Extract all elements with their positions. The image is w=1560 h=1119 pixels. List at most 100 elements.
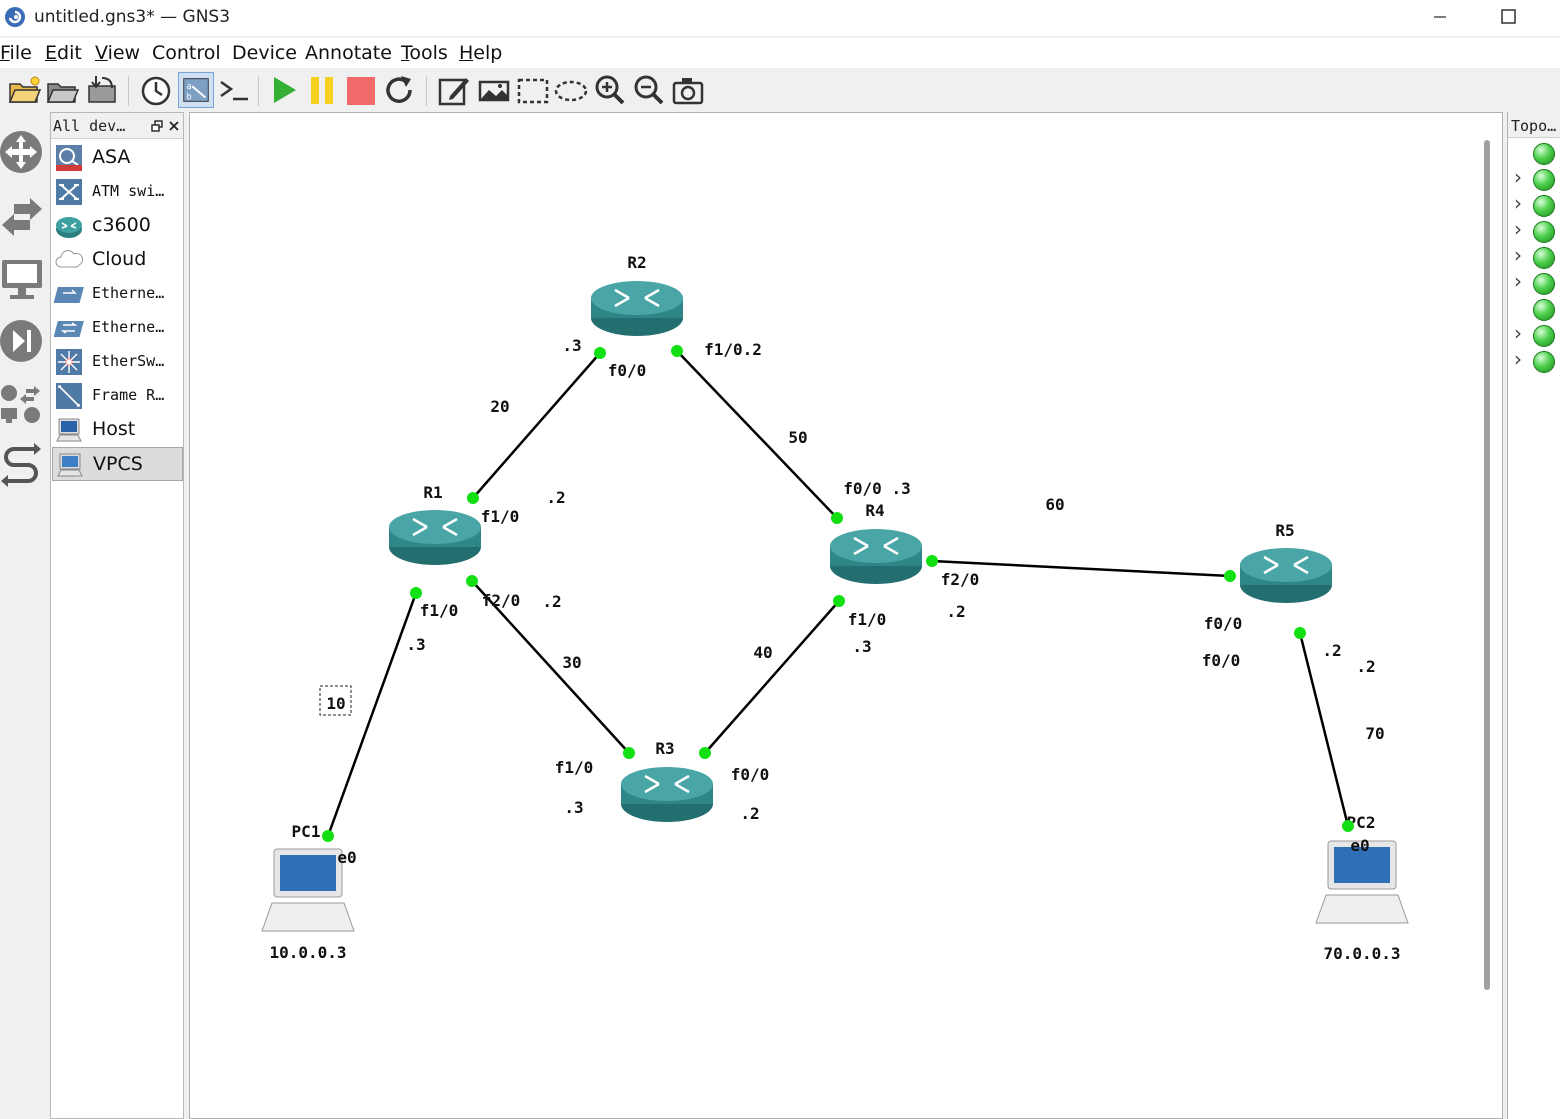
maximize-button[interactable] [1478,0,1538,36]
undock-icon[interactable] [151,120,163,132]
link-annotation[interactable]: f1/0.2 [704,340,762,359]
console-all-button[interactable] [216,72,252,108]
menu-view[interactable]: View [95,42,140,64]
link-annotation[interactable]: 50 [788,428,807,447]
link-annotation[interactable]: f1/0 [481,507,520,526]
device-item[interactable]: Etherne… [52,277,183,311]
router-icon[interactable] [1240,548,1332,582]
link-annotation[interactable]: .3 [852,637,871,656]
link-annotation[interactable]: .2 [946,602,965,621]
menu-tools[interactable]: Tools [401,42,448,64]
device-item[interactable]: ATM swi… [52,175,183,209]
link-annotation[interactable]: 10 [326,694,345,713]
link-annotation[interactable]: 60 [1045,495,1064,514]
zoom-out-button[interactable] [631,72,667,108]
chevron-right-icon[interactable]: › [1514,243,1522,267]
router-icon[interactable] [621,767,713,801]
device-item[interactable]: Frame R… [52,379,183,413]
minimize-button[interactable] [1410,0,1470,36]
draw-ellipse-button[interactable] [553,72,589,108]
chevron-right-icon[interactable]: › [1514,269,1522,293]
topology-canvas[interactable]: R1 R2 R3 R4 R5 10.0.0.3 PC1 70.0.0.3 PC2.3 f0/0 f1… [189,112,1503,1119]
link-r1-pc1[interactable] [326,592,418,837]
topology-summary-row[interactable]: › [1508,191,1560,219]
save-project-button[interactable] [84,72,120,108]
show-interface-labels-button[interactable]: ab [178,72,214,108]
chevron-right-icon[interactable]: › [1514,321,1522,345]
link-annotation[interactable]: 40 [753,643,772,662]
chevron-right-icon[interactable]: › [1514,217,1522,241]
new-project-button[interactable] [6,72,42,108]
link-annotation[interactable]: .2 [542,592,561,611]
menu-annotate[interactable]: Annotate [305,42,392,64]
stop-all-button[interactable] [343,72,379,108]
router-icon[interactable] [591,281,683,315]
link-annotation[interactable]: f2/0 [941,570,980,589]
pc-keyboard-icon[interactable] [1315,894,1409,924]
link-r1-r2[interactable] [472,352,601,499]
add-link-button[interactable] [0,437,46,497]
topology-summary-row[interactable]: › [1508,243,1560,271]
snapshot-button[interactable] [138,72,174,108]
link-annotation[interactable]: f0/0 [1204,614,1243,633]
link-annotation[interactable]: f2/0 [482,591,521,610]
chevron-right-icon[interactable]: › [1514,347,1522,371]
link-r2-r4[interactable] [676,350,838,519]
menu-device[interactable]: Device [232,42,297,64]
link-annotation[interactable]: e0 [337,848,356,867]
menu-help[interactable]: Help [459,42,502,64]
add-note-button[interactable] [436,72,472,108]
device-item[interactable]: c3600 [52,209,183,243]
insert-image-button[interactable] [476,72,512,108]
chevron-right-icon[interactable]: › [1514,165,1522,189]
link-annotation[interactable]: f0/0 .3 [843,479,910,498]
device-item[interactable]: EtherSw… [52,345,183,379]
topology-summary-row[interactable] [1508,141,1560,167]
topology-summary-row[interactable]: › [1508,347,1560,375]
browse-all-devices-button[interactable] [0,377,46,437]
topology-summary-row[interactable]: › [1508,269,1560,297]
router-icon[interactable] [389,510,481,544]
link-r5-pc2[interactable] [1298,632,1350,827]
topology-drawing[interactable]: R1R2R3R4R510.0.0.3PC170.0.0.3PC2.3f0/0f1… [190,113,1502,1118]
menu-control[interactable]: Control [152,42,221,64]
draw-rectangle-button[interactable] [515,72,551,108]
link-annotation[interactable]: f1/0 [555,758,594,777]
device-item[interactable]: Host [52,413,183,447]
menu-file[interactable]: File [0,42,32,64]
browse-security-button[interactable] [0,312,46,372]
link-annotation[interactable]: f1/0 [420,601,459,620]
browse-switches-button[interactable] [0,187,46,247]
link-annotation[interactable]: 70 [1365,724,1384,743]
link-annotation[interactable]: .2 [1322,641,1341,660]
menu-edit[interactable]: Edit [45,42,82,64]
link-annotation[interactable]: f0/0 [731,765,770,784]
link-annotation[interactable]: f1/0 [848,610,887,629]
screenshot-button[interactable] [670,72,706,108]
device-item[interactable]: Cloud [52,243,183,277]
start-all-button[interactable] [266,72,302,108]
link-annotation[interactable]: .3 [406,635,425,654]
link-annotation[interactable]: e0 [1350,836,1369,855]
link-annotation[interactable]: .2 [546,488,565,507]
link-annotation[interactable]: .2 [740,804,759,823]
router-icon[interactable] [830,529,922,563]
reload-all-button[interactable] [381,72,417,108]
device-item[interactable]: Etherne… [52,311,183,345]
link-annotation[interactable]: .3 [562,336,581,355]
chevron-right-icon[interactable]: › [1514,191,1522,215]
open-project-button[interactable] [44,72,80,108]
topology-summary-row[interactable]: › [1508,321,1560,349]
link-r3-r4[interactable] [704,600,840,754]
link-annotation[interactable]: .3 [564,798,583,817]
topology-summary-row[interactable]: › [1508,217,1560,245]
browse-end-devices-button[interactable] [0,252,46,312]
topology-summary-row[interactable]: › [1508,165,1560,193]
link-annotation[interactable]: f0/0 [608,361,647,380]
pc-keyboard-icon[interactable] [261,902,355,932]
zoom-in-button[interactable] [592,72,628,108]
browse-routers-button[interactable] [0,122,46,182]
link-annotation[interactable]: .2 [1356,657,1375,676]
suspend-all-button[interactable] [304,72,340,108]
close-icon[interactable] [168,120,180,132]
